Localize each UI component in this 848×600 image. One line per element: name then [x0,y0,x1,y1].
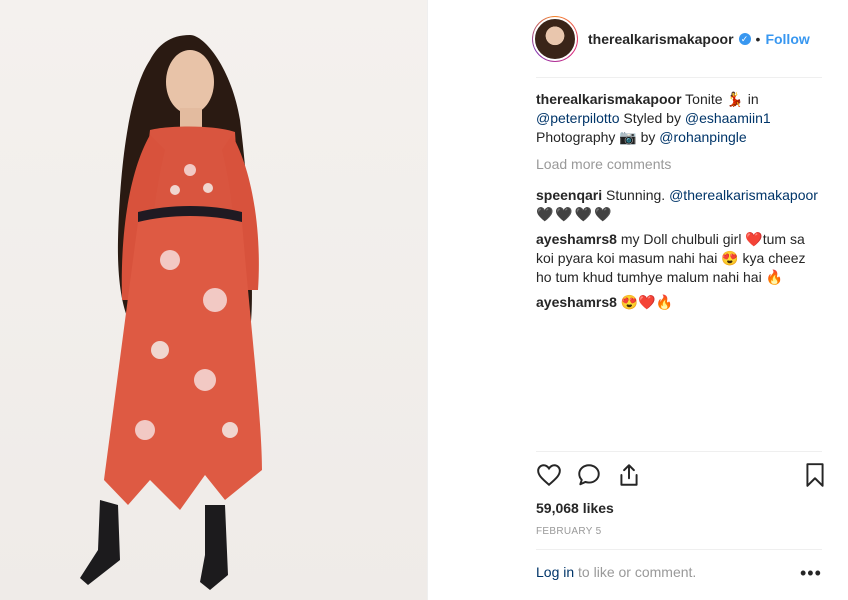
avatar[interactable] [532,16,578,62]
login-link[interactable]: Log in [536,564,574,580]
post-photo[interactable] [0,0,427,600]
follow-button[interactable]: Follow [765,31,809,47]
like-count[interactable]: 59,068 likes [536,500,614,516]
comment-username[interactable]: ayeshamrs8 [536,231,617,247]
comment-mention[interactable]: @therealkarismakapoor [669,187,818,203]
comment: ayeshamrs8 😍❤️🔥 [536,293,822,312]
header-divider [536,77,822,78]
comments-section: therealkarismakapoor Tonite 💃 in @peterp… [536,90,822,318]
separator-dot: • [755,31,761,47]
caption-username[interactable]: therealkarismakapoor [536,91,682,107]
bookmark-icon[interactable] [802,462,828,488]
photo-illustration [80,35,262,590]
panel-divider [427,0,428,600]
comment-text: 😍❤️🔥 [620,294,674,310]
comment: speenqari Stunning. @therealkarismakapoo… [536,186,822,224]
share-icon[interactable] [616,462,642,488]
comment-emoji: 🖤🖤🖤🖤 [536,206,614,222]
post-header: therealkarismakapoor ✓ • Follow [532,14,810,64]
action-bar [536,462,828,496]
header-username[interactable]: therealkarismakapoor [588,31,734,47]
footer-divider [536,549,822,550]
comment-icon[interactable] [576,462,602,488]
comment-username[interactable]: speenqari [536,187,602,203]
caption-text-3: Photography 📷 by [536,129,660,145]
load-more-comments-button[interactable]: Load more comments [536,155,822,174]
login-prompt-text: to like or comment. [574,564,697,580]
caption-mention-1[interactable]: @peterpilotto [536,110,619,126]
actions-divider [536,451,822,452]
caption-mention-2[interactable]: @eshaamiin1 [685,110,771,126]
caption: therealkarismakapoor Tonite 💃 in @peterp… [536,90,822,147]
more-options-icon[interactable]: ••• [800,564,822,582]
caption-text-1: Tonite 💃 in [685,91,759,107]
heart-icon[interactable] [536,462,562,488]
post-date[interactable]: FEBRUARY 5 [536,526,601,537]
caption-mention-3[interactable]: @rohanpingle [659,129,746,145]
comment-username[interactable]: ayeshamrs8 [536,294,617,310]
comment: ayeshamrs8 my Doll chulbuli girl ❤️tum s… [536,230,822,287]
comment-text: Stunning. [606,187,666,203]
caption-text-2: Styled by [619,110,685,126]
login-prompt: Log in to like or comment. [536,564,696,580]
verified-icon: ✓ [738,33,751,45]
